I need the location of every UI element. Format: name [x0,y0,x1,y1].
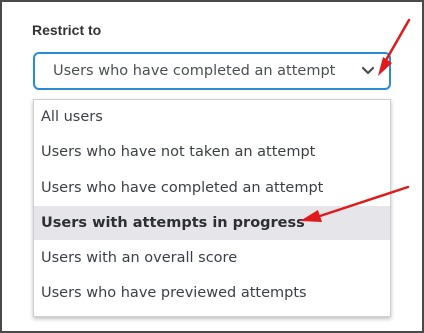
option-all-users[interactable]: All users [34,100,390,134]
restrict-to-select[interactable]: Users who have completed an attempt [33,52,391,90]
restrict-panel: Restrict to Users who have completed an … [0,0,424,333]
restrict-to-label: Restrict to [32,22,102,38]
select-current-value: Users who have completed an attempt [53,63,336,79]
option-completed-attempt[interactable]: Users who have completed an attempt [34,171,390,205]
option-previewed-attempts[interactable]: Users who have previewed attempts [34,276,390,310]
chevron-down-icon [361,66,375,75]
option-not-taken-attempt[interactable]: Users who have not taken an attempt [34,135,390,169]
option-attempts-in-progress[interactable]: Users with attempts in progress [34,206,390,240]
option-overall-score[interactable]: Users with an overall score [34,241,390,275]
restrict-to-options-list: All users Users who have not taken an at… [33,99,391,317]
